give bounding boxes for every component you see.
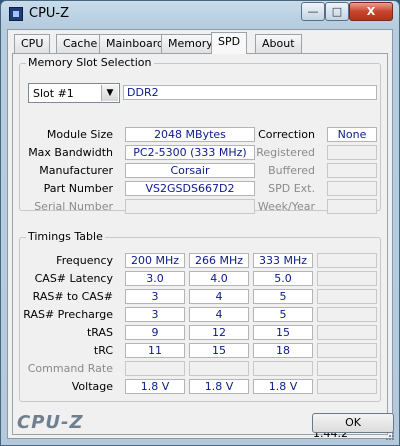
timing-cell — [317, 307, 377, 322]
timing-cell: 5 — [253, 307, 313, 322]
manufacturer-field: Corsair — [125, 163, 255, 178]
tab-about[interactable]: About — [255, 34, 302, 53]
slot-select[interactable]: Slot #1 ▼ — [28, 83, 120, 103]
timing-row-label: Command Rate — [27, 362, 113, 375]
module-size-label: Module Size — [46, 128, 113, 141]
timing-row-label: RAS# Precharge — [23, 308, 113, 321]
tab-spd[interactable]: SPD — [211, 32, 248, 54]
spd-panel: Memory Slot Selection Slot #1 ▼ DDR2 Mod… — [12, 53, 388, 440]
cpuz-app-icon — [9, 7, 23, 21]
timing-cell — [189, 361, 249, 376]
close-button[interactable]: X — [349, 2, 393, 21]
timing-cell: 1.8 V — [253, 379, 313, 394]
manufacturer-label: Manufacturer — [39, 164, 113, 177]
timing-cell: 12 — [189, 325, 249, 340]
week-year-label: Week/Year — [257, 200, 315, 213]
tab-cache[interactable]: Cache — [56, 34, 105, 53]
timing-row-label: tRAS — [86, 326, 113, 339]
timings-table-group-title: Timings Table — [26, 230, 105, 243]
cpuz-brand-logo: CPU-Z — [17, 412, 84, 433]
timing-cell — [253, 361, 313, 376]
cpuz-window: CPU-Z — □ X CPU Cache Mainboard Memory S… — [0, 0, 400, 446]
ok-button[interactable]: OK — [312, 413, 394, 433]
timing-cell: 333 MHz — [253, 253, 313, 268]
timing-row-label: Voltage — [71, 380, 113, 393]
timing-cell: 5.0 — [253, 271, 313, 286]
minimize-button[interactable]: — — [301, 2, 325, 21]
timing-cell: 1.8 V — [189, 379, 249, 394]
serial-number-field — [125, 199, 255, 214]
timing-row-label: tRC — [93, 344, 113, 357]
timing-cell: 15 — [253, 325, 313, 340]
timing-cell: 1.8 V — [125, 379, 185, 394]
window-body: CPU Cache Mainboard Memory SPD About Mem… — [7, 29, 393, 440]
timing-cell — [317, 379, 377, 394]
maximize-button[interactable]: □ — [325, 2, 349, 21]
max-bandwidth-field: PC2-5300 (333 MHz) — [125, 145, 255, 160]
timing-cell: 3 — [125, 307, 185, 322]
buffered-label: Buffered — [268, 164, 315, 177]
timing-cell: 3.0 — [125, 271, 185, 286]
week-year-field — [327, 199, 377, 214]
slot-select-value: Slot #1 — [33, 87, 74, 100]
max-bandwidth-label: Max Bandwidth — [28, 146, 113, 159]
timing-row-label: CAS# Latency — [34, 272, 113, 285]
timing-cell — [317, 325, 377, 340]
timing-cell: 18 — [253, 343, 313, 358]
timing-row-label: Frequency — [56, 254, 113, 267]
timing-cell — [317, 253, 377, 268]
timing-cell — [317, 289, 377, 304]
registered-field — [327, 145, 377, 160]
timing-cell: 4 — [189, 307, 249, 322]
correction-label: Correction — [258, 128, 315, 141]
timing-row-label: RAS# to CAS# — [32, 290, 113, 303]
tab-cpu[interactable]: CPU — [14, 34, 51, 53]
timing-cell: 15 — [189, 343, 249, 358]
module-size-field: 2048 MBytes — [125, 127, 255, 142]
registered-label: Registered — [256, 146, 315, 159]
timing-cell: 4 — [189, 289, 249, 304]
spd-ext-field — [327, 181, 377, 196]
timing-cell — [125, 361, 185, 376]
timing-cell: 3 — [125, 289, 185, 304]
correction-field: None — [327, 127, 377, 142]
resize-grip-icon[interactable] — [385, 431, 395, 441]
spd-ext-label: SPD Ext. — [268, 182, 315, 195]
memory-type-field: DDR2 — [123, 85, 377, 100]
part-number-label: Part Number — [43, 182, 113, 195]
chevron-down-icon[interactable]: ▼ — [101, 85, 118, 101]
timing-cell: 266 MHz — [189, 253, 249, 268]
buffered-field — [327, 163, 377, 178]
title-bar[interactable]: CPU-Z — □ X — [1, 1, 399, 27]
timing-cell: 9 — [125, 325, 185, 340]
timing-cell: 4.0 — [189, 271, 249, 286]
timing-cell: 5 — [253, 289, 313, 304]
serial-number-label: Serial Number — [34, 200, 113, 213]
timing-cell — [317, 361, 377, 376]
timing-cell — [317, 343, 377, 358]
timing-cell: 11 — [125, 343, 185, 358]
memory-slot-group-title: Memory Slot Selection — [26, 56, 154, 69]
part-number-field: VS2GSDS667D2 — [125, 181, 255, 196]
window-title: CPU-Z — [29, 6, 70, 21]
timing-cell — [317, 271, 377, 286]
timing-cell: 200 MHz — [125, 253, 185, 268]
